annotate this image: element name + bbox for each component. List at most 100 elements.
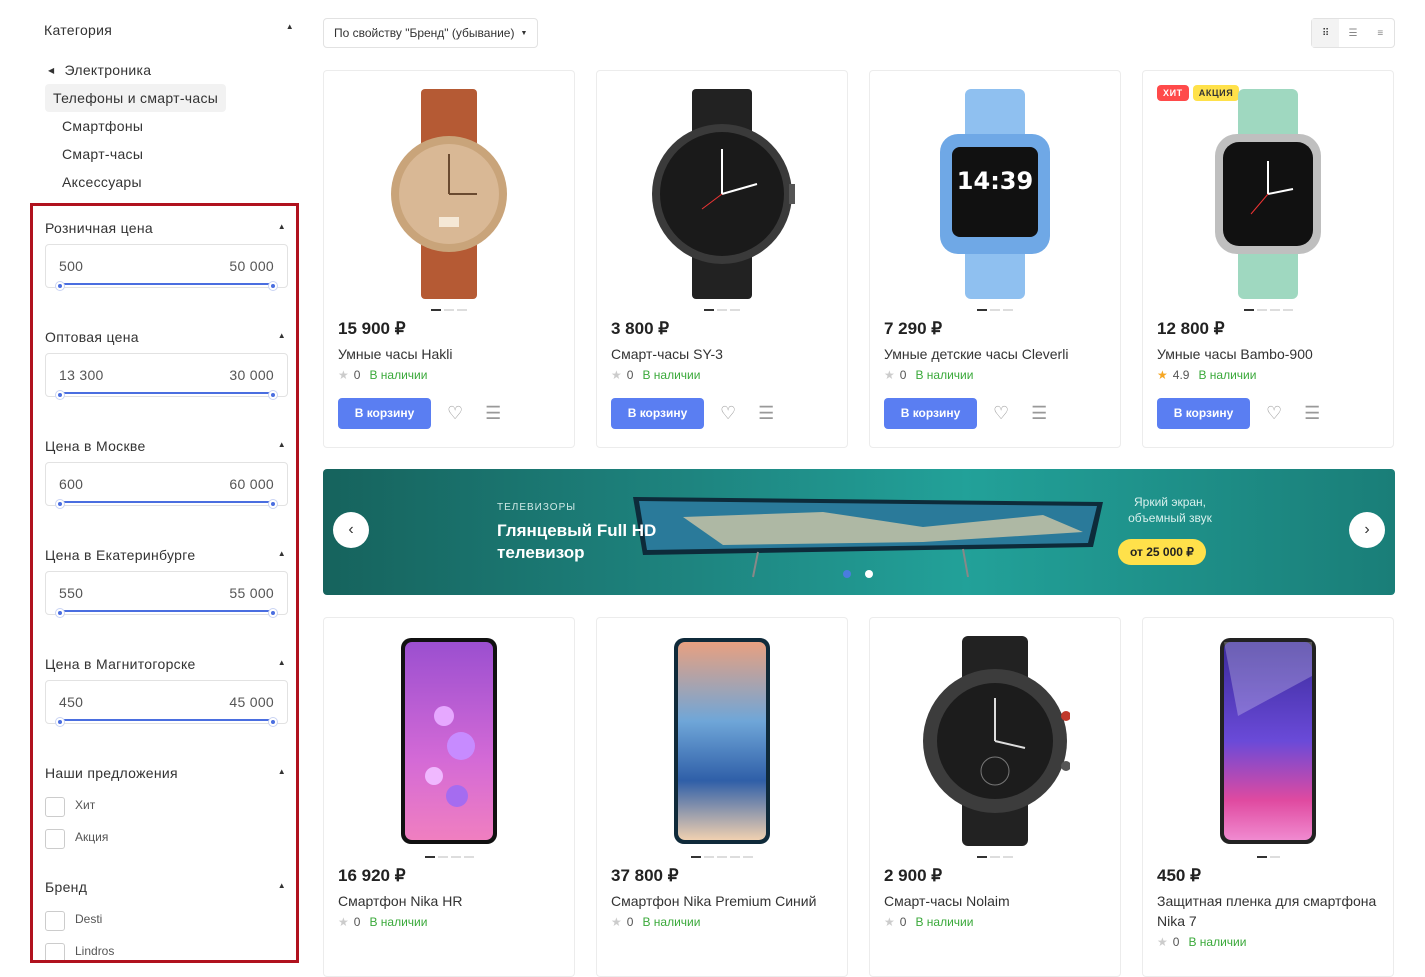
category-back-item[interactable]: ◀ Электроника — [44, 56, 294, 84]
range-min-handle[interactable] — [56, 718, 64, 726]
collapse-caret-icon[interactable]: ▲ — [278, 440, 286, 449]
range-max-handle[interactable] — [269, 282, 277, 290]
product-image[interactable] — [597, 628, 847, 853]
product-name[interactable]: Умные детские часы Cleverli — [884, 344, 1109, 364]
filter-title[interactable]: Цена в Екатеринбурге ▲ — [45, 547, 288, 563]
checkbox-box[interactable] — [45, 829, 65, 849]
add-to-cart-button[interactable]: В корзину — [611, 398, 704, 429]
heart-icon[interactable]: ♡ — [447, 403, 463, 424]
product-card[interactable]: 16 920 ₽ Смартфон Nika HR ★ 0 В наличии — [323, 617, 575, 977]
image-pager[interactable] — [870, 856, 1120, 858]
product-card[interactable]: 15 900 ₽ Умные часы Hakli ★ 0 В наличии В … — [323, 70, 575, 448]
range-max-handle[interactable] — [269, 500, 277, 508]
heart-icon[interactable]: ♡ — [1266, 403, 1282, 424]
range-max-handle[interactable] — [269, 718, 277, 726]
add-to-cart-button[interactable]: В корзину — [1157, 398, 1250, 429]
collapse-caret-icon[interactable]: ▲ — [278, 881, 286, 890]
compare-icon[interactable]: ☰ — [1031, 403, 1047, 424]
category-item-smartphones[interactable]: Смартфоны — [44, 112, 294, 140]
filter-title[interactable]: Бренд ▲ — [45, 879, 288, 895]
checkbox-box[interactable] — [45, 911, 65, 931]
image-pager[interactable] — [597, 856, 847, 858]
add-to-cart-button[interactable]: В корзину — [338, 398, 431, 429]
product-card[interactable]: 37 800 ₽ Смартфон Nika Premium Синий ★ 0 В… — [596, 617, 848, 977]
filter-title[interactable]: Розничная цена ▲ — [45, 220, 288, 236]
checkbox-hit[interactable]: Хит — [45, 789, 288, 821]
product-image[interactable] — [324, 81, 574, 306]
image-pager[interactable] — [597, 309, 847, 311]
range-max-input[interactable]: 50 000 — [229, 258, 274, 274]
checkbox-brand-desti[interactable]: Desti — [45, 903, 288, 935]
product-image[interactable] — [870, 628, 1120, 853]
product-name[interactable]: Смартфон Nika HR — [338, 891, 563, 911]
banner-next-arrow-icon[interactable]: › — [1349, 512, 1385, 548]
range-max-input[interactable]: 60 000 — [229, 476, 274, 492]
range-max-input[interactable]: 55 000 — [229, 585, 274, 601]
price-range-slider[interactable]: 450 45 000 — [45, 680, 288, 726]
promo-banner[interactable]: ‹ › ТЕЛЕВИЗОРЫ Глянцевый Full HD телевиз… — [323, 469, 1395, 595]
range-min-input[interactable]: 600 — [59, 476, 83, 492]
banner-prev-arrow-icon[interactable]: ‹ — [333, 512, 369, 548]
heart-icon[interactable]: ♡ — [720, 403, 736, 424]
product-card[interactable]: 14:39 7 290 ₽ Умные детские часы Cleverl… — [869, 70, 1121, 448]
add-to-cart-button[interactable]: В корзину — [884, 398, 977, 429]
range-min-handle[interactable] — [56, 282, 64, 290]
product-card[interactable]: 2 900 ₽ Смарт-часы Nolaim ★ 0 В наличии — [869, 617, 1121, 977]
product-name[interactable]: Смартфон Nika Premium Синий — [611, 891, 836, 911]
product-image[interactable] — [1143, 628, 1393, 853]
product-name[interactable]: Защитная пленка для смартфона Nika 7 — [1157, 891, 1382, 931]
range-min-handle[interactable] — [56, 500, 64, 508]
range-min-input[interactable]: 550 — [59, 585, 83, 601]
filter-title[interactable]: Оптовая цена ▲ — [45, 329, 288, 345]
checkbox-box[interactable] — [45, 797, 65, 817]
category-active-item[interactable]: Телефоны и смарт-часы — [45, 84, 227, 112]
product-card[interactable]: 450 ₽ Защитная пленка для смартфона Nika… — [1142, 617, 1394, 977]
filter-title[interactable]: Цена в Москве ▲ — [45, 438, 288, 454]
range-max-handle[interactable] — [269, 391, 277, 399]
banner-price-button[interactable]: от 25 000 ₽ — [1118, 539, 1206, 565]
collapse-caret-icon[interactable]: ▲ — [278, 658, 286, 667]
collapse-caret-icon[interactable]: ▲ — [278, 767, 286, 776]
range-max-input[interactable]: 30 000 — [229, 367, 274, 383]
image-pager[interactable] — [324, 856, 574, 858]
image-pager[interactable] — [1143, 856, 1393, 858]
checkbox-box[interactable] — [45, 943, 65, 960]
image-pager[interactable] — [324, 309, 574, 311]
product-name[interactable]: Умные часы Bambo-900 — [1157, 344, 1382, 364]
sort-dropdown[interactable]: По свойству "Бренд" (убывание) ▼ — [323, 18, 539, 48]
price-range-slider[interactable]: 13 300 30 000 — [45, 353, 288, 399]
category-item-smartwatches[interactable]: Смарт-часы — [44, 140, 294, 168]
grid-view-icon[interactable]: ⠿ — [1312, 19, 1340, 47]
range-min-handle[interactable] — [56, 609, 64, 617]
price-range-slider[interactable]: 500 50 000 — [45, 244, 288, 290]
range-min-input[interactable]: 500 — [59, 258, 83, 274]
collapse-caret-icon[interactable]: ▲ — [286, 22, 294, 31]
compare-icon[interactable]: ☰ — [1304, 403, 1320, 424]
banner-pager[interactable] — [843, 570, 873, 578]
collapse-caret-icon[interactable]: ▲ — [278, 549, 286, 558]
range-min-input[interactable]: 13 300 — [59, 367, 104, 383]
filter-title[interactable]: Наши предложения ▲ — [45, 765, 288, 781]
table-view-icon[interactable]: ≡ — [1367, 19, 1394, 47]
list-view-icon[interactable]: ☰ — [1339, 19, 1366, 47]
checkbox-brand-lindros[interactable]: Lindros — [45, 935, 288, 960]
category-item-accessories[interactable]: Аксессуары — [44, 168, 294, 196]
product-image[interactable]: 14:39 — [870, 81, 1120, 306]
compare-icon[interactable]: ☰ — [485, 403, 501, 424]
product-name[interactable]: Умные часы Hakli — [338, 344, 563, 364]
banner-dot[interactable] — [843, 570, 851, 578]
heart-icon[interactable]: ♡ — [993, 403, 1009, 424]
product-card[interactable]: 3 800 ₽ Смарт-часы SY-3 ★ 0 В наличии В ко… — [596, 70, 848, 448]
product-image[interactable] — [1143, 81, 1393, 306]
compare-icon[interactable]: ☰ — [758, 403, 774, 424]
product-name[interactable]: Смарт-часы Nolaim — [884, 891, 1109, 911]
collapse-caret-icon[interactable]: ▲ — [278, 331, 286, 340]
range-min-input[interactable]: 450 — [59, 694, 83, 710]
checkbox-sale[interactable]: Акция — [45, 821, 288, 853]
product-card[interactable]: ХИТ АКЦИЯ 12 800 ₽ Умные часы Bambo-900 … — [1142, 70, 1394, 448]
filter-title[interactable]: Цена в Магнитогорске ▲ — [45, 656, 288, 672]
range-max-handle[interactable] — [269, 609, 277, 617]
range-min-handle[interactable] — [56, 391, 64, 399]
collapse-caret-icon[interactable]: ▲ — [278, 222, 286, 231]
product-name[interactable]: Смарт-часы SY-3 — [611, 344, 836, 364]
